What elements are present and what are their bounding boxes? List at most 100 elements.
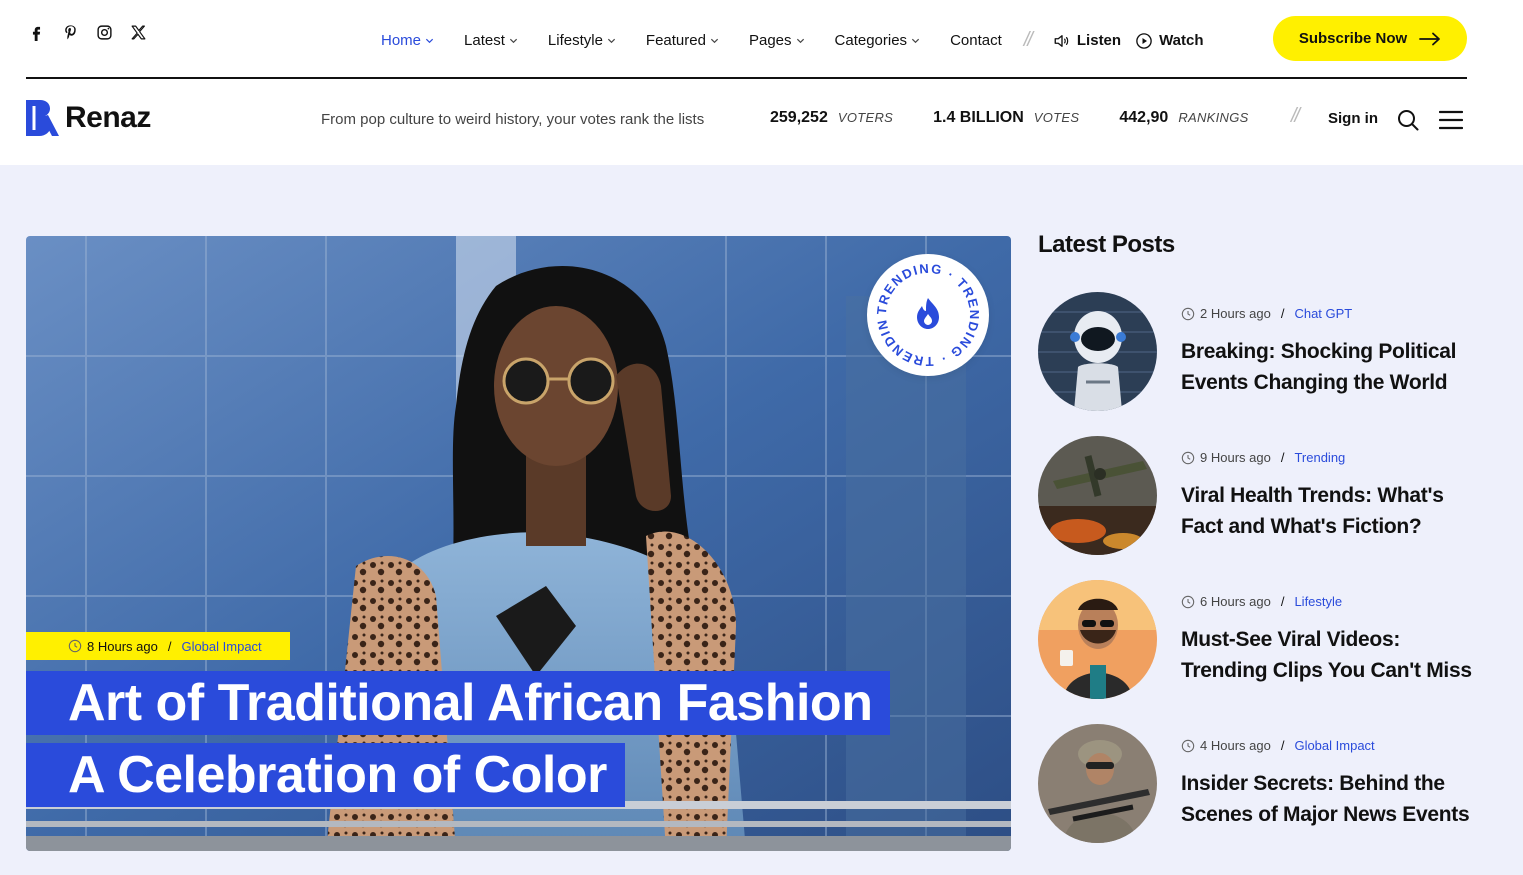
meta-separator: / [1280, 450, 1285, 465]
post-title[interactable]: Breaking: Shocking Political Events Chan… [1181, 336, 1481, 398]
site-stats: 259,252 VOTERS 1.4 BILLION VOTES 442,90 … [770, 109, 1289, 127]
post-category-link[interactable]: Trending [1294, 450, 1345, 465]
post-category-link[interactable]: Global Impact [1294, 738, 1374, 753]
nav-item-categories[interactable]: Categories [835, 32, 921, 49]
speaker-icon [1054, 34, 1069, 47]
watch-label: Watch [1159, 32, 1204, 49]
stat-value: 1.4 BILLION [933, 109, 1024, 126]
fire-icon [917, 298, 939, 329]
chevron-down-icon [607, 38, 615, 44]
post-thumbnail[interactable] [1038, 724, 1157, 843]
nav-separator: // [1023, 29, 1033, 51]
content-area: TRENDING · TRENDING · TRENDING · 8 Hours… [0, 165, 1523, 875]
logo-mark [26, 100, 59, 136]
site-name: Renaz [65, 101, 151, 134]
clock-icon [1181, 451, 1195, 464]
nav-item-lifestyle[interactable]: Lifestyle [548, 32, 616, 49]
nav-item-featured[interactable]: Featured [646, 32, 719, 49]
instagram-icon[interactable] [94, 22, 114, 42]
meta-separator: / [167, 638, 172, 654]
pinterest-icon[interactable] [60, 22, 80, 42]
clock-icon [68, 639, 82, 653]
post-thumbnail[interactable] [1038, 436, 1157, 555]
listen-link[interactable]: Listen [1053, 32, 1121, 50]
post-thumbnail[interactable] [1038, 580, 1157, 699]
post-time: 6 Hours ago [1200, 594, 1271, 609]
latest-post-item[interactable]: 2 Hours ago / Chat GPT Breaking: Shockin… [1038, 292, 1478, 412]
post-meta: 4 Hours ago / Global Impact [1181, 738, 1375, 753]
post-category-link[interactable]: Chat GPT [1294, 306, 1352, 321]
latest-post-item[interactable]: 4 Hours ago / Global Impact Insider Secr… [1038, 724, 1478, 844]
hero-category-link[interactable]: Global Impact [181, 639, 261, 654]
hamburger-menu-icon[interactable] [1439, 109, 1463, 131]
nav-item-latest[interactable]: Latest [464, 32, 518, 49]
meta-separator: / [1280, 306, 1285, 321]
clock-icon [1181, 595, 1195, 608]
stat-value: 259,252 [770, 109, 828, 126]
post-meta: 6 Hours ago / Lifestyle [1181, 594, 1342, 609]
subscribe-button[interactable]: Subscribe Now [1273, 16, 1467, 61]
facebook-icon[interactable] [26, 22, 46, 42]
latest-posts-heading: Latest Posts [1038, 231, 1175, 258]
post-title[interactable]: Must-See Viral Videos: Trending Clips Yo… [1181, 624, 1481, 686]
meta-separator: / [1280, 738, 1285, 753]
arrow-right-icon [1419, 32, 1441, 45]
nav-item-label: Home [381, 32, 422, 49]
nav-item-home[interactable]: Home [381, 32, 434, 49]
nav-item-label: Featured [645, 32, 706, 49]
stat-value: 442,90 [1119, 109, 1169, 126]
hero-title-line-1[interactable]: Art of Traditional African Fashion [26, 671, 891, 735]
stat-label: VOTES [1033, 110, 1080, 125]
main-navigation: Home Latest Lifestyle Featured Pages Cat… [381, 29, 1218, 52]
stat-votes: 1.4 BILLION VOTES [933, 109, 1079, 127]
nav-item-pages[interactable]: Pages [749, 32, 805, 49]
nav-item-contact[interactable]: Contact [950, 32, 1002, 49]
stat-label: VOTERS [837, 110, 894, 125]
post-time: 2 Hours ago [1200, 306, 1271, 321]
clock-icon [1181, 739, 1195, 752]
watch-link[interactable]: Watch [1135, 32, 1204, 50]
post-category-link[interactable]: Lifestyle [1294, 594, 1342, 609]
hero-title-line-2[interactable]: A Celebration of Color [26, 743, 625, 807]
nav-item-label: Pages [748, 32, 792, 49]
post-time: 4 Hours ago [1200, 738, 1271, 753]
nav-item-label: Contact [950, 32, 1002, 49]
chevron-down-icon [710, 38, 719, 44]
latest-post-item[interactable]: 9 Hours ago / Trending Viral Health Tren… [1038, 436, 1478, 556]
chevron-down-icon [911, 38, 920, 44]
hero-article[interactable]: TRENDING · TRENDING · TRENDING · 8 Hours… [26, 236, 1011, 851]
search-icon[interactable] [1396, 108, 1420, 132]
hero-time: 8 Hours ago [87, 638, 158, 654]
top-bar: Home Latest Lifestyle Featured Pages Cat… [26, 0, 1467, 79]
sign-in-link[interactable]: Sign in [1328, 110, 1378, 127]
stat-rankings: 442,90 RANKINGS [1119, 109, 1248, 127]
brand-bar: Renaz From pop culture to weird history,… [26, 81, 1467, 165]
social-links [26, 22, 148, 42]
post-meta: 2 Hours ago / Chat GPT [1181, 306, 1352, 321]
play-circle-icon [1136, 32, 1152, 49]
post-thumbnail[interactable] [1038, 292, 1157, 411]
trending-badge: TRENDING · TRENDING · TRENDING · [861, 242, 989, 376]
post-meta: 9 Hours ago / Trending [1181, 450, 1345, 465]
subscribe-label: Subscribe Now [1298, 30, 1408, 47]
post-title[interactable]: Insider Secrets: Behind the Scenes of Ma… [1181, 768, 1481, 830]
latest-post-item[interactable]: 6 Hours ago / Lifestyle Must-See Viral V… [1038, 580, 1478, 700]
chevron-down-icon [425, 38, 434, 44]
nav-item-label: Categories [834, 32, 908, 49]
chevron-down-icon [796, 38, 804, 44]
clock-icon [1181, 307, 1195, 320]
hero-meta: 8 Hours ago / Global Impact [26, 632, 290, 660]
site-tagline: From pop culture to weird history, your … [321, 111, 705, 128]
stat-label: RANKINGS [1178, 110, 1249, 125]
header-separator: // [1291, 105, 1300, 127]
stat-voters: 259,252 VOTERS [770, 109, 893, 127]
site-logo[interactable]: Renaz [26, 100, 151, 136]
post-title[interactable]: Viral Health Trends: What's Fact and Wha… [1181, 480, 1481, 542]
chevron-down-icon [509, 38, 517, 44]
post-time: 9 Hours ago [1200, 450, 1271, 465]
nav-item-label: Lifestyle [547, 32, 603, 49]
x-twitter-icon[interactable] [128, 22, 148, 42]
meta-separator: / [1280, 594, 1285, 609]
listen-label: Listen [1076, 32, 1122, 49]
nav-item-label: Latest [464, 32, 505, 49]
